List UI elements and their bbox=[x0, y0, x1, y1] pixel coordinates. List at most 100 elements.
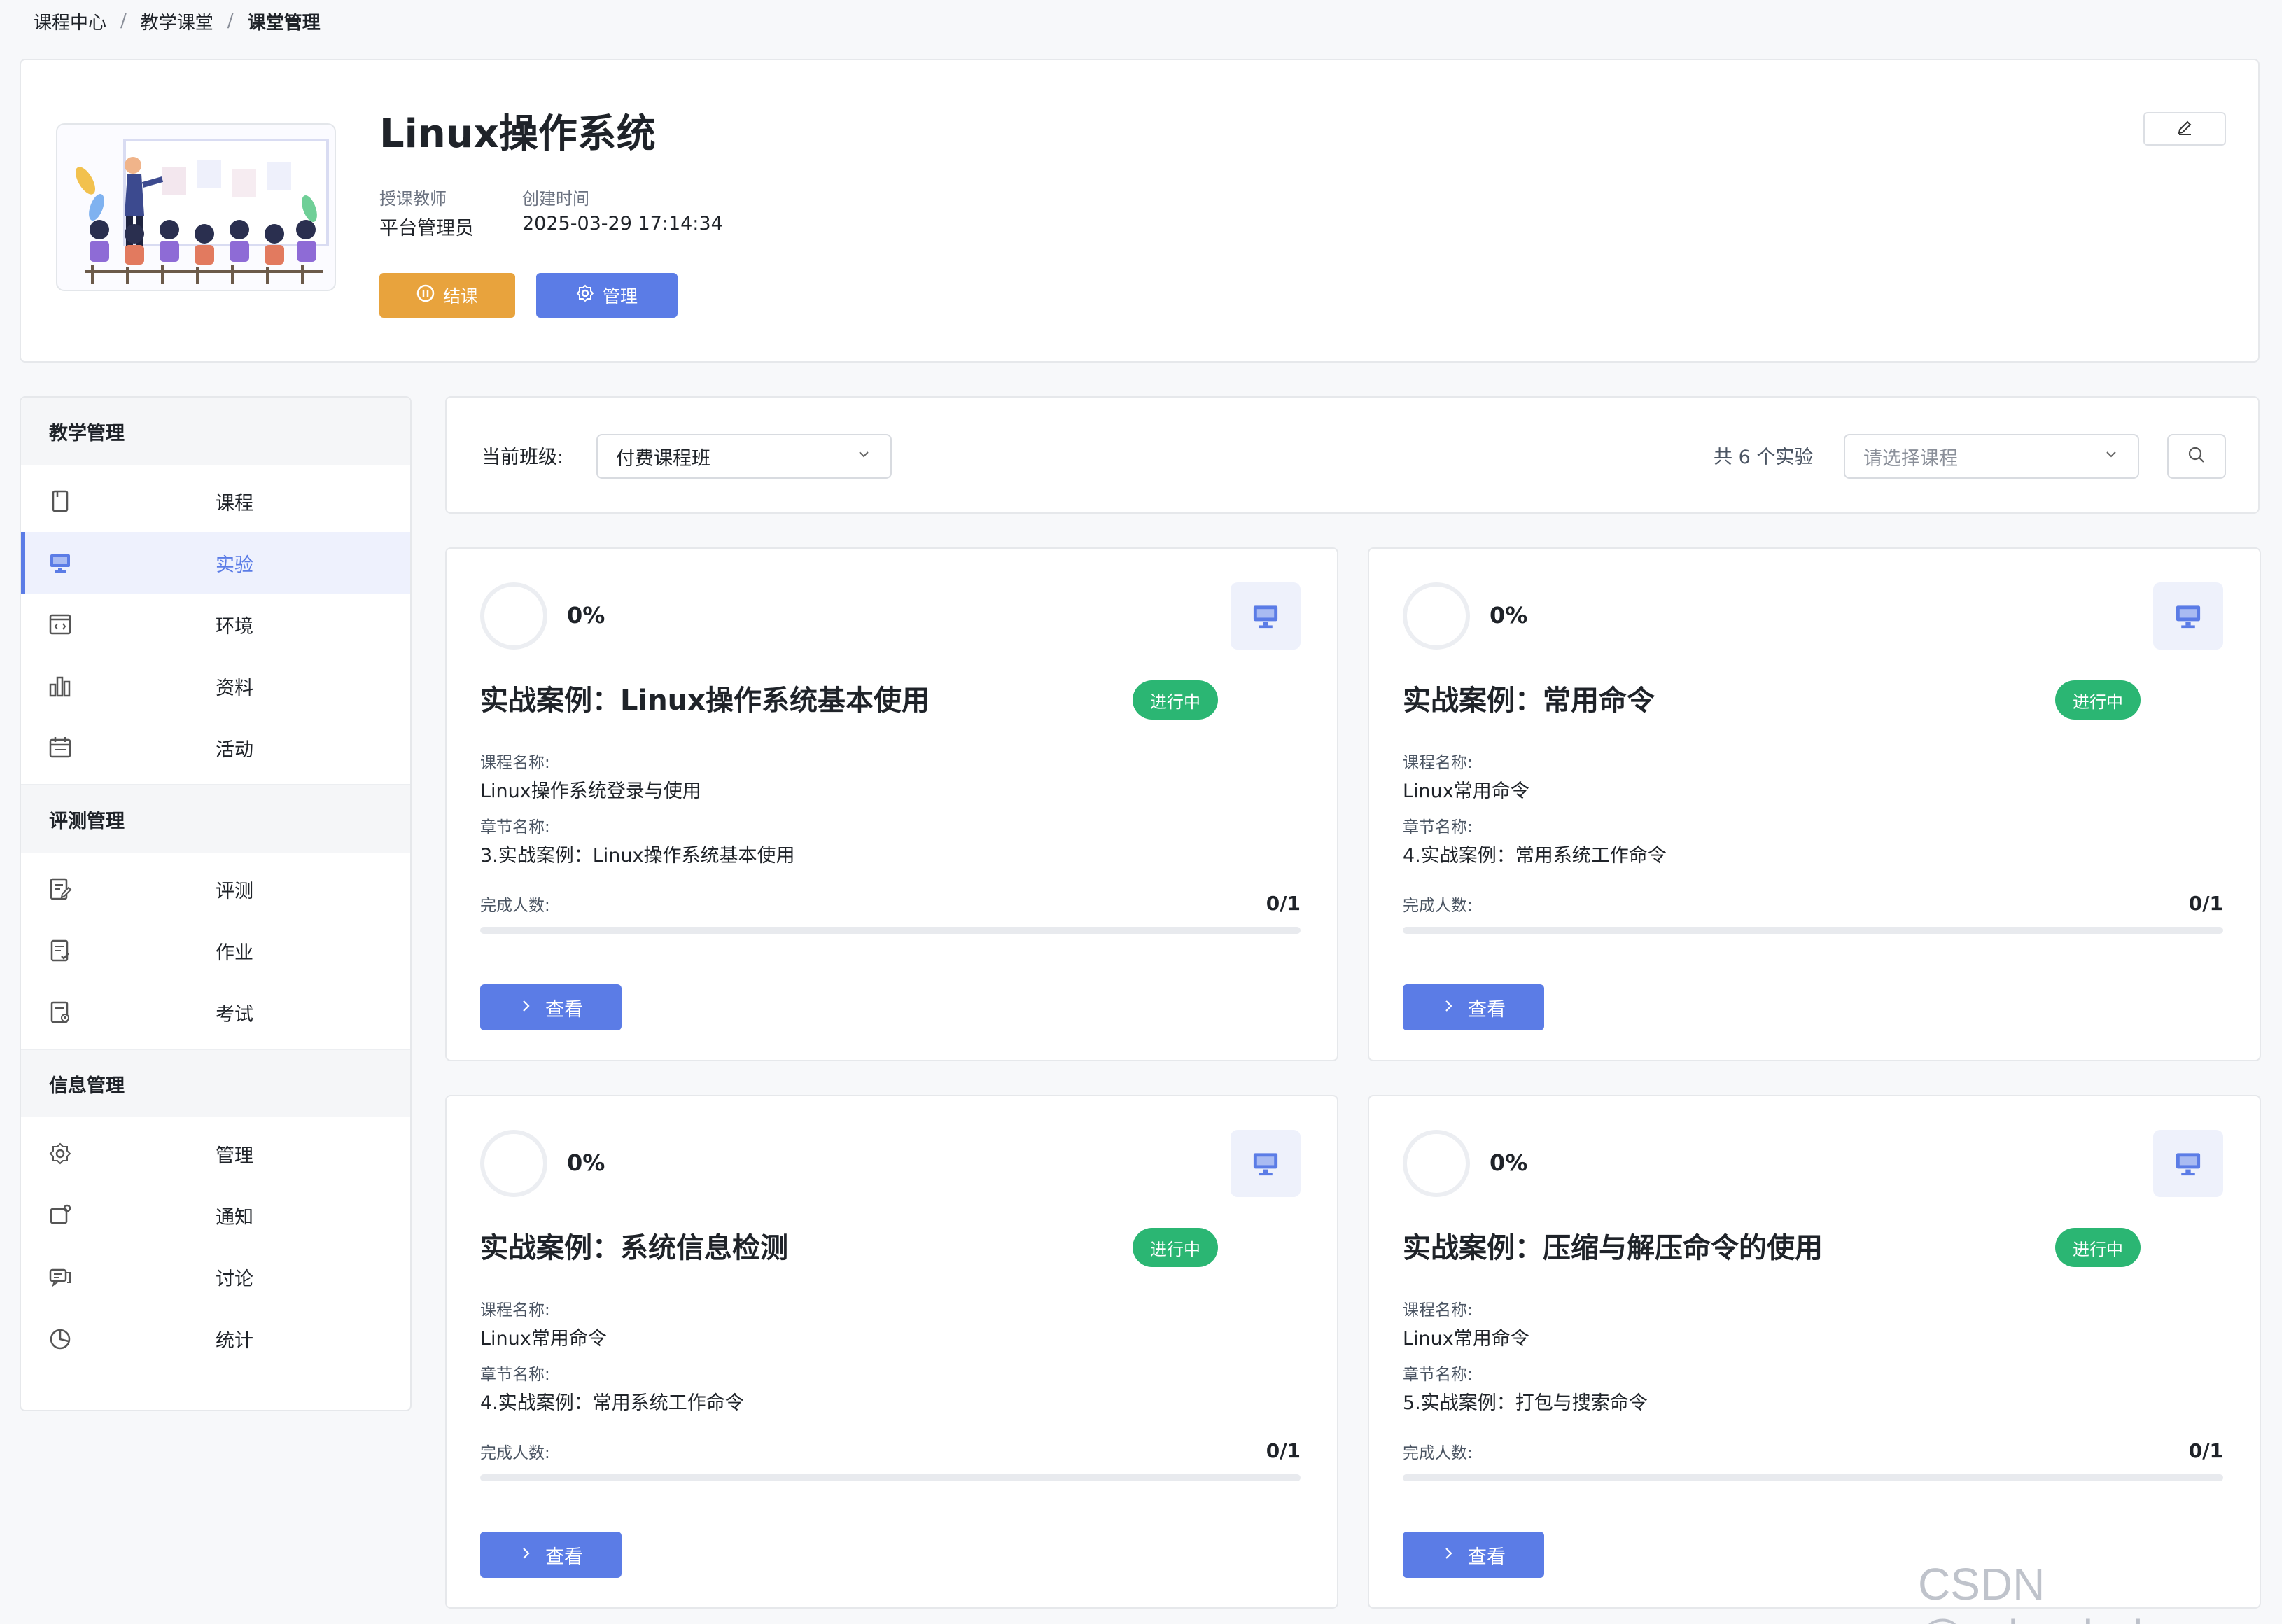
sidebar-item-manage[interactable]: 管理 bbox=[21, 1123, 410, 1184]
bar-chart-icon bbox=[48, 673, 73, 699]
sidebar-item-environment[interactable]: 环境 bbox=[21, 594, 410, 655]
chevron-right-icon bbox=[519, 1544, 534, 1566]
experiment-title: 实战案例：常用命令 bbox=[1403, 685, 1655, 717]
sidebar-item-label: 活动 bbox=[216, 738, 253, 761]
sidebar-item-label: 课程 bbox=[216, 492, 253, 514]
course-header-card: Linux操作系统 授课教师 平台管理员 创建时间 2025-03-29 17:… bbox=[20, 59, 2260, 363]
sidebar-item-evaluation[interactable]: 评测 bbox=[21, 858, 410, 920]
status-badge: 进行中 bbox=[1133, 680, 1218, 720]
done-count-label: 完成人数: bbox=[480, 897, 550, 915]
search-icon bbox=[2187, 445, 2206, 468]
sidebar-section-info: 信息管理 bbox=[21, 1050, 410, 1117]
teacher-value: 平台管理员 bbox=[379, 218, 474, 239]
page-title: Linux操作系统 bbox=[379, 111, 656, 157]
chevron-right-icon bbox=[1441, 997, 1457, 1018]
sidebar-item-statistics[interactable]: 统计 bbox=[21, 1308, 410, 1369]
sidebar-item-label: 通知 bbox=[216, 1206, 253, 1228]
sidebar-item-notice[interactable]: 通知 bbox=[21, 1184, 410, 1246]
status-badge: 进行中 bbox=[2055, 680, 2141, 720]
manage-label: 管理 bbox=[602, 286, 638, 307]
chapter-name-label: 章节名称: bbox=[1403, 1366, 1473, 1384]
view-button[interactable]: 查看 bbox=[480, 1532, 622, 1578]
course-name-label: 课程名称: bbox=[480, 754, 550, 772]
course-name-value: Linux操作系统登录与使用 bbox=[480, 780, 701, 802]
sidebar-item-label: 讨论 bbox=[216, 1268, 253, 1290]
sidebar-item-label: 实验 bbox=[216, 554, 253, 576]
book-icon bbox=[48, 489, 73, 514]
end-class-label: 结课 bbox=[442, 286, 478, 307]
progress-percent: 0% bbox=[567, 602, 606, 629]
sidebar-item-discussion[interactable]: 讨论 bbox=[21, 1246, 410, 1308]
edit-doc-icon bbox=[48, 876, 73, 902]
done-progress-bar bbox=[1403, 1474, 2223, 1481]
sidebar-item-exam[interactable]: 考试 bbox=[21, 981, 410, 1043]
pause-circle-icon bbox=[416, 284, 435, 307]
done-count-label: 完成人数: bbox=[1403, 1444, 1473, 1462]
done-progress-bar bbox=[480, 1474, 1301, 1481]
teacher-label: 授课教师 bbox=[379, 189, 447, 209]
sidebar-section-evaluation: 评测管理 bbox=[21, 785, 410, 853]
progress-ring bbox=[1403, 1130, 1470, 1197]
created-label: 创建时间 bbox=[522, 189, 589, 209]
sidebar-item-course[interactable]: 课程 bbox=[21, 470, 410, 532]
view-button[interactable]: 查看 bbox=[1403, 1532, 1544, 1578]
done-count-value: 0/1 bbox=[2188, 1439, 2223, 1462]
view-button[interactable]: 查看 bbox=[480, 984, 622, 1030]
notice-icon bbox=[48, 1203, 73, 1228]
sidebar-item-homework[interactable]: 作业 bbox=[21, 920, 410, 981]
end-class-button[interactable]: 结课 bbox=[379, 273, 515, 318]
course-cover-image bbox=[56, 123, 336, 291]
done-count-value: 0/1 bbox=[1266, 892, 1301, 915]
breadcrumb-item-teaching-class[interactable]: 教学课堂 bbox=[141, 8, 214, 34]
sidebar-section-teaching: 教学管理 bbox=[21, 398, 410, 465]
done-count-label: 完成人数: bbox=[1403, 897, 1473, 915]
monitor-icon bbox=[1231, 1130, 1301, 1197]
experiment-card: 0% 实战案例：压缩与解压命令的使用 进行中 课程名称: Linux常用命令 章… bbox=[1368, 1095, 2261, 1609]
course-name-value: Linux常用命令 bbox=[1403, 780, 1530, 802]
view-label: 查看 bbox=[1468, 998, 1506, 1021]
chapter-name-value: 3.实战案例：Linux操作系统基本使用 bbox=[480, 845, 795, 867]
chapter-name-label: 章节名称: bbox=[480, 1366, 550, 1384]
view-label: 查看 bbox=[1468, 1546, 1506, 1568]
done-count-label: 完成人数: bbox=[480, 1444, 550, 1462]
pencil-icon bbox=[2176, 118, 2194, 139]
course-name-value: Linux常用命令 bbox=[1403, 1328, 1530, 1350]
calendar-icon bbox=[48, 735, 73, 760]
checked-doc-icon bbox=[48, 938, 73, 963]
chevron-down-icon bbox=[855, 446, 872, 468]
filter-bar: 当前班级: 付费课程班 共 6 个实验 请选择课程 bbox=[445, 396, 2260, 514]
experiment-title: 实战案例：Linux操作系统基本使用 bbox=[480, 685, 930, 717]
progress-ring bbox=[1403, 582, 1470, 650]
sidebar-item-experiment[interactable]: 实验 bbox=[21, 532, 410, 594]
breadcrumb-separator: / bbox=[227, 10, 234, 31]
chevron-down-icon bbox=[2103, 446, 2120, 468]
chevron-right-icon bbox=[1441, 1544, 1457, 1566]
progress-percent: 0% bbox=[1490, 1149, 1528, 1176]
chevron-right-icon bbox=[519, 997, 534, 1018]
sidebar-item-label: 管理 bbox=[216, 1144, 253, 1167]
view-label: 查看 bbox=[545, 1546, 583, 1568]
manage-button[interactable]: 管理 bbox=[536, 273, 678, 318]
breadcrumb-item-course-center[interactable]: 课程中心 bbox=[34, 8, 106, 34]
experiment-card: 0% 实战案例：系统信息检测 进行中 课程名称: Linux常用命令 章节名称:… bbox=[445, 1095, 1338, 1609]
sidebar-item-activity[interactable]: 活动 bbox=[21, 717, 410, 778]
monitor-icon bbox=[1231, 582, 1301, 650]
experiment-title: 实战案例：系统信息检测 bbox=[480, 1232, 788, 1264]
sidebar-item-label: 评测 bbox=[216, 880, 253, 902]
gear-icon bbox=[576, 284, 594, 307]
course-select[interactable]: 请选择课程 bbox=[1844, 434, 2139, 479]
breadcrumb-separator: / bbox=[120, 10, 127, 31]
view-button[interactable]: 查看 bbox=[1403, 984, 1544, 1030]
monitor-icon bbox=[2153, 582, 2223, 650]
experiment-card: 0% 实战案例：常用命令 进行中 课程名称: Linux常用命令 章节名称: 4… bbox=[1368, 547, 2261, 1061]
chapter-name-value: 4.实战案例：常用系统工作命令 bbox=[1403, 845, 1667, 867]
edit-course-button[interactable] bbox=[2143, 112, 2226, 146]
view-label: 查看 bbox=[545, 998, 583, 1021]
progress-ring bbox=[480, 582, 547, 650]
sidebar-item-materials[interactable]: 资料 bbox=[21, 655, 410, 717]
search-button[interactable] bbox=[2167, 434, 2226, 479]
class-select[interactable]: 付费课程班 bbox=[596, 434, 892, 479]
course-select-placeholder: 请选择课程 bbox=[1863, 447, 1958, 470]
chapter-name-value: 4.实战案例：常用系统工作命令 bbox=[480, 1392, 744, 1414]
monitor-icon bbox=[48, 550, 73, 575]
